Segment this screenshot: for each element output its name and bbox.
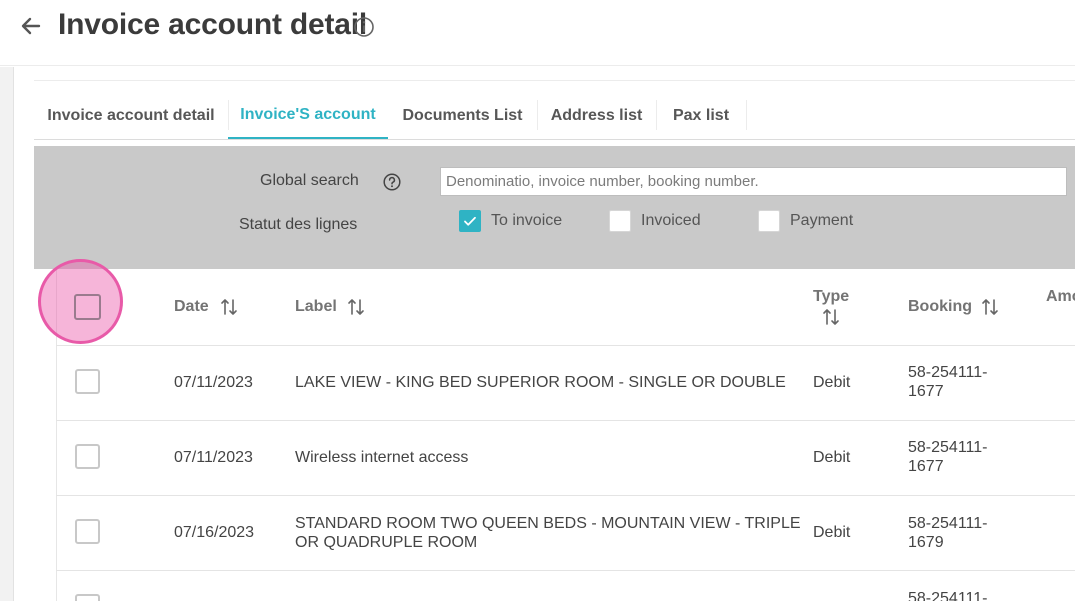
row-divider [56, 495, 1075, 496]
row-divider [56, 570, 1075, 571]
row-date: 07/16/2023 [174, 524, 255, 541]
row-checkbox[interactable] [75, 369, 100, 394]
column-header-booking[interactable]: Booking [908, 298, 972, 316]
row-label: Wireless internet access [295, 449, 469, 466]
row-type: Debit [813, 449, 851, 466]
row-date: 07/11/2023 [174, 449, 253, 466]
row-type: Debit [813, 524, 851, 541]
column-header-type[interactable]: Type [813, 288, 849, 306]
tab-invoices-account[interactable]: Invoice'S account [228, 92, 388, 139]
sort-icon[interactable] [981, 297, 999, 317]
payment-checkbox[interactable] [758, 210, 780, 232]
sort-icon[interactable] [220, 297, 238, 317]
check-icon [464, 216, 476, 226]
row-divider [56, 420, 1075, 421]
left-gutter [0, 67, 14, 601]
tab-pax-list[interactable]: Pax list [656, 92, 746, 139]
invoiced-checkbox[interactable] [609, 210, 631, 232]
row-label: LAKE VIEW - KING BED SUPERIOR ROOM - SIN… [295, 374, 786, 391]
row-label: STANDARD ROOM TWO QUEEN BEDS - MOUNTAIN … [295, 515, 801, 532]
row-checkbox[interactable] [75, 519, 100, 544]
page-title: Invoice account detail [58, 8, 368, 41]
global-search-label: Global search [260, 172, 359, 189]
row-checkbox[interactable] [75, 594, 100, 601]
column-header-date[interactable]: Date [174, 298, 209, 316]
column-header-label[interactable]: Label [295, 298, 337, 316]
row-booking: 1679 [908, 534, 944, 551]
info-icon[interactable] [353, 16, 375, 38]
row-divider [56, 345, 1075, 346]
line-status-label: Statut des lignes [239, 216, 358, 233]
row-date: 07/11/2023 [174, 374, 253, 391]
help-icon[interactable] [382, 172, 402, 192]
row-booking: 58-254111- [908, 364, 988, 381]
back-arrow-icon[interactable] [18, 12, 44, 40]
row-booking: 1677 [908, 383, 944, 400]
to-invoice-checkbox[interactable] [459, 210, 481, 232]
row-booking: 58-254111- [908, 439, 988, 456]
tab-documents-list[interactable]: Documents List [388, 92, 537, 139]
row-booking: 58-254111- [908, 590, 988, 601]
row-type: Debit [813, 374, 851, 391]
tab-bar: Invoice account detail Invoice'S account… [34, 92, 1075, 140]
tab-invoice-account-detail[interactable]: Invoice account detail [34, 92, 228, 139]
invoiced-label: Invoiced [641, 212, 701, 229]
row-booking: 1677 [908, 458, 944, 475]
page-header: Invoice account detail [0, 0, 1075, 66]
row-booking: 58-254111- [908, 515, 988, 532]
column-header-amount[interactable]: Amo [1046, 288, 1075, 306]
tab-address-list[interactable]: Address list [537, 92, 656, 139]
tab-divider [746, 100, 747, 130]
row-label: OR QUADRUPLE ROOM [295, 534, 478, 551]
sort-icon[interactable] [347, 297, 365, 317]
to-invoice-label: To invoice [491, 212, 563, 229]
global-search-input[interactable] [440, 167, 1067, 196]
select-all-checkbox[interactable] [74, 294, 101, 320]
row-checkbox[interactable] [75, 444, 100, 469]
filter-panel [34, 146, 1075, 269]
payment-label: Payment [790, 212, 854, 229]
sort-icon[interactable] [822, 307, 840, 327]
